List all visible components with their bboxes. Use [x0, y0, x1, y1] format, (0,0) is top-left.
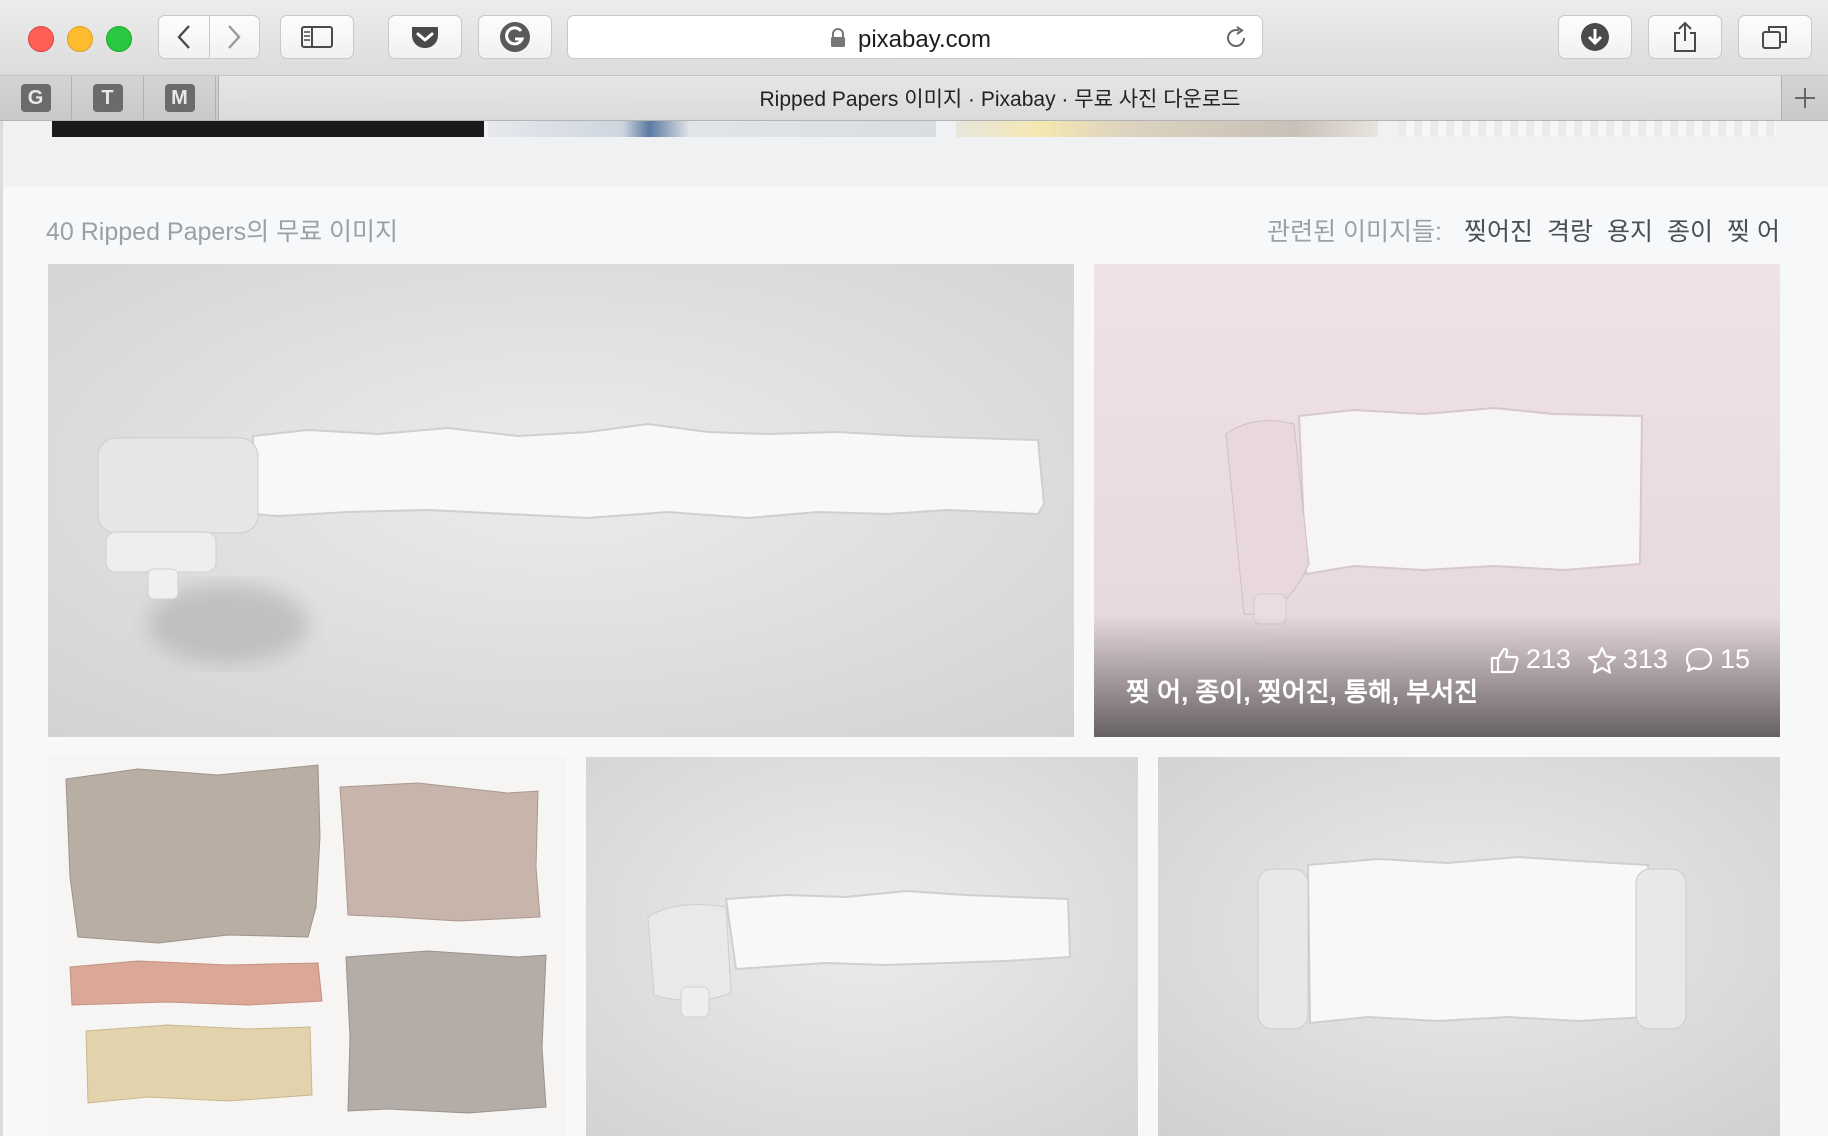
window-edge: [0, 121, 3, 1136]
sidebar-button[interactable]: [280, 15, 354, 59]
favorite-button[interactable]: 313: [1587, 644, 1668, 675]
lock-icon: [831, 28, 845, 47]
thumbnail-partial[interactable]: [1398, 121, 1776, 137]
sidebar-icon: [301, 26, 333, 48]
related-tag-link[interactable]: 찢어진: [1464, 212, 1533, 248]
results-heading: 40 Ripped Papers의 무료 이미지: [46, 218, 399, 246]
pinned-tab-m-label: M: [164, 84, 195, 112]
image-tile-ripped-paper-window[interactable]: [1158, 757, 1780, 1136]
tabs-icon: [1762, 26, 1787, 49]
image-tile-paper-scraps[interactable]: [48, 757, 566, 1136]
like-button[interactable]: 213: [1490, 644, 1571, 675]
tab-title: Ripped Papers 이미지 · Pixabay · 무료 사진 다운로드: [759, 88, 1241, 111]
back-button[interactable]: [159, 16, 209, 58]
related-tag-link[interactable]: 용지: [1607, 212, 1653, 248]
chevron-left-icon: [177, 25, 190, 49]
new-tab-button[interactable]: [1782, 76, 1828, 120]
plus-icon: [1795, 88, 1815, 108]
pinned-tab-g[interactable]: G: [0, 76, 72, 120]
share-icon: [1674, 21, 1696, 52]
back-forward-group: [158, 15, 260, 59]
ripped-paper-photo: [48, 264, 1074, 737]
thumbs-up-icon: [1490, 647, 1519, 673]
thumbnail-partial[interactable]: [956, 121, 1378, 137]
image-tile-ripped-paper-pink[interactable]: 213 313 15 찢 어, 종이, 찢어진, 통해, 부서진: [1094, 264, 1780, 737]
tab-overview-button[interactable]: [1738, 15, 1812, 59]
pocket-icon: [412, 27, 438, 48]
pinned-tab-g-label: G: [20, 84, 51, 112]
ripped-paper-photo: [1158, 757, 1780, 1136]
share-button[interactable]: [1648, 15, 1722, 59]
minimize-window-button[interactable]: [67, 26, 93, 52]
tab-bar: G T M Ripped Papers 이미지 · Pixabay · 무료 사…: [0, 76, 1828, 121]
related-tag-link[interactable]: 종이: [1667, 212, 1713, 248]
image-tags[interactable]: 찢 어, 종이, 찢어진, 통해, 부서진: [1126, 672, 1478, 709]
comment-button[interactable]: 15: [1684, 644, 1750, 675]
comment-icon: [1685, 647, 1713, 672]
like-count: 213: [1525, 644, 1571, 674]
pinned-tab-t-label: T: [92, 84, 123, 112]
star-icon: [1587, 646, 1616, 674]
related-tag-link[interactable]: 격랑: [1547, 212, 1593, 248]
pinned-tab-t[interactable]: T: [72, 76, 144, 120]
browser-toolbar: pixabay.com: [0, 0, 1828, 76]
reload-icon[interactable]: [1224, 26, 1248, 50]
comment-count: 15: [1719, 644, 1750, 674]
pinned-tab-m[interactable]: M: [144, 76, 216, 120]
thumbnail-partial[interactable]: [52, 121, 484, 137]
downloads-button[interactable]: [1558, 15, 1632, 59]
related-tags: 관련된 이미지들: 찢어진 격랑 용지 종이 찢 어: [1267, 212, 1780, 248]
thumbnail-partial[interactable]: [488, 121, 936, 137]
pocket-button[interactable]: [388, 15, 462, 59]
paper-scraps-photo: [48, 757, 566, 1136]
close-window-button[interactable]: [28, 26, 54, 52]
related-tag-link[interactable]: 찢 어: [1727, 212, 1780, 248]
previous-row-strip: [0, 121, 1828, 187]
chevron-right-icon: [228, 25, 241, 49]
image-stats: 213 313 15: [1490, 644, 1750, 675]
zoom-window-button[interactable]: [106, 26, 132, 52]
address-bar[interactable]: pixabay.com: [567, 15, 1263, 59]
url-text: pixabay.com: [858, 26, 991, 53]
related-label: 관련된 이미지들:: [1267, 218, 1442, 246]
forward-button[interactable]: [208, 16, 260, 58]
image-tile-ripped-paper-grey[interactable]: [48, 264, 1074, 737]
grammarly-icon: [500, 22, 530, 52]
download-icon: [1581, 23, 1609, 51]
tab-pixabay[interactable]: Ripped Papers 이미지 · Pixabay · 무료 사진 다운로드: [218, 76, 1782, 120]
ripped-paper-photo: [586, 757, 1138, 1136]
grammarly-button[interactable]: [478, 15, 552, 59]
favorite-count: 313: [1622, 644, 1668, 674]
image-tile-ripped-paper-small[interactable]: [586, 757, 1138, 1136]
